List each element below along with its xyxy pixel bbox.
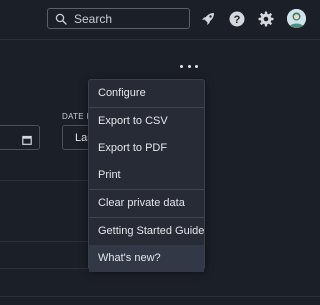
calendar-icon: [22, 132, 32, 145]
menu-item-export-pdf[interactable]: Export to PDF: [89, 135, 204, 162]
date-input[interactable]: [0, 125, 40, 150]
date-range-label: DATE RANGE: [62, 112, 90, 121]
menu-item-getting-started-guide[interactable]: Getting Started Guide: [89, 218, 204, 245]
divider: [0, 180, 88, 181]
menu-item-export-csv[interactable]: Export to CSV: [89, 108, 204, 135]
svg-text:?: ?: [233, 14, 240, 26]
more-options-menu: Configure Export to CSV Export to PDF Pr…: [88, 79, 205, 272]
help-icon[interactable]: ?: [228, 10, 245, 27]
avatar[interactable]: [287, 9, 306, 28]
menu-item-whats-new[interactable]: What's new?: [89, 245, 204, 272]
divider: [0, 268, 88, 269]
menu-item-print[interactable]: Print: [89, 162, 204, 189]
search-placeholder: Search: [74, 11, 113, 26]
gear-icon[interactable]: [257, 10, 274, 27]
search-icon: [55, 13, 67, 25]
search-input[interactable]: Search: [47, 8, 190, 29]
top-bar: Search ?: [0, 0, 320, 40]
page: Search ? DATE Last Configure Export to C…: [0, 0, 320, 305]
menu-item-clear-private-data[interactable]: Clear private data: [89, 190, 204, 217]
divider: [0, 296, 320, 297]
rocket-icon[interactable]: [199, 10, 216, 27]
menu-item-configure[interactable]: Configure: [89, 80, 204, 107]
divider: [0, 241, 88, 242]
more-options-icon[interactable]: [180, 60, 198, 72]
